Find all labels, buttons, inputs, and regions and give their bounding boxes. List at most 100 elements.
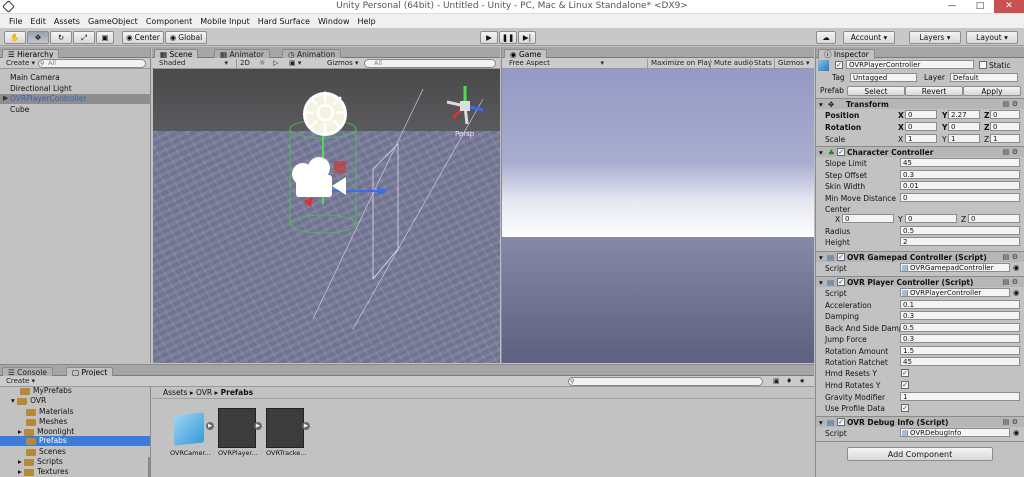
menu-file[interactable]: File <box>5 17 26 26</box>
pause-button[interactable]: ❚❚ <box>499 31 517 44</box>
player-controller-header[interactable]: ▾ ▤ ✓ OVR Player Controller (Script) ▤ ⚙ <box>816 276 1024 287</box>
menu-help[interactable]: Help <box>353 17 379 26</box>
scale-y-field[interactable]: 1 <box>948 134 980 143</box>
hierarchy-item-ovrplayercontroller[interactable]: OVRPlayerController <box>10 94 86 103</box>
gamepad-controller-header[interactable]: ▾ ▤ ✓ OVR Gamepad Controller (Script) ▤ … <box>816 251 1024 262</box>
damping-field[interactable]: 0.3 <box>900 311 1020 320</box>
game-gizmos-dropdown[interactable]: Gizmos ▾ <box>774 59 813 68</box>
filter-label-icon[interactable]: ♦ <box>783 377 795 386</box>
rotation-z-field[interactable]: 0 <box>990 122 1020 131</box>
jump-force-field[interactable]: 0.3 <box>900 334 1020 343</box>
gravity-modifier-field[interactable]: 1 <box>900 392 1020 401</box>
scene-orientation-gizmo[interactable] <box>443 84 487 132</box>
step-button[interactable]: ▶| <box>518 31 536 44</box>
asset-label[interactable]: OVRPlayer... <box>218 449 258 457</box>
static-checkbox[interactable] <box>979 61 987 69</box>
position-x-field[interactable]: 0 <box>905 110 937 119</box>
component-enabled-checkbox[interactable]: ✓ <box>837 148 845 156</box>
asset-ovrplayer-thumbnail[interactable]: ▶ <box>218 408 262 448</box>
move-tool-button[interactable]: ✥ <box>27 31 49 44</box>
menu-hard-surface[interactable]: Hard Surface <box>254 17 314 26</box>
filter-type-icon[interactable]: ▣ <box>770 377 783 386</box>
tree-item-scenes[interactable]: Scenes <box>26 447 66 456</box>
breadcrumb-prefabs[interactable]: Prefabs <box>221 388 253 397</box>
component-menu-icons[interactable]: ▤ ⚙ <box>1003 100 1018 108</box>
pivot-center-button[interactable]: ◉ Center <box>122 31 164 44</box>
back-and-side-damp-field[interactable]: 0.5 <box>900 323 1020 332</box>
cloud-button[interactable]: ☁ <box>816 31 836 44</box>
stats-toggle[interactable]: Stats <box>750 59 775 68</box>
scale-z-field[interactable]: 1 <box>990 134 1020 143</box>
hierarchy-create-button[interactable]: Create ▾ <box>3 59 38 68</box>
center-z-field[interactable]: 0 <box>968 214 1020 223</box>
tree-item-textures[interactable]: ▸ Textures <box>18 467 69 476</box>
object-picker-icon[interactable]: ◉ <box>1013 263 1020 272</box>
scale-tool-button[interactable]: ⤢ <box>73 31 95 44</box>
tree-item-moonlight[interactable]: ▸ Moonlight <box>18 427 74 436</box>
component-enabled-checkbox[interactable]: ✓ <box>837 278 845 286</box>
account-dropdown[interactable]: Account ▾ <box>843 31 895 44</box>
debug-script-field[interactable]: ▤ OVRDebugInfo <box>900 428 1010 437</box>
layer-dropdown[interactable]: Default <box>950 73 1018 82</box>
menu-assets[interactable]: Assets <box>50 17 84 26</box>
component-menu-icons[interactable]: ▤ ⚙ <box>1003 418 1018 426</box>
gizmos-dropdown[interactable]: Gizmos ▾ <box>324 59 362 68</box>
space-global-button[interactable]: ◉ Global <box>165 31 207 44</box>
asset-label[interactable]: OVRCamer... <box>170 449 211 457</box>
tree-item-meshes[interactable]: Meshes <box>26 417 67 426</box>
close-button[interactable]: ✕ <box>994 0 1024 13</box>
acceleration-field[interactable]: 0.1 <box>900 300 1020 309</box>
skin-width-field[interactable]: 0.01 <box>900 181 1020 190</box>
breadcrumb-assets[interactable]: Assets <box>163 388 187 397</box>
tree-item-materials[interactable]: Materials <box>26 407 73 416</box>
audio-toggle[interactable]: ▷ <box>270 59 281 68</box>
hierarchy-item-cube[interactable]: Cube <box>10 105 29 114</box>
scene-search-input[interactable]: All <box>364 59 496 68</box>
asset-label[interactable]: OVRTracke... <box>266 449 306 457</box>
lighting-toggle[interactable]: ☼ <box>256 59 268 68</box>
expand-asset-icon[interactable]: ▶ <box>206 422 214 430</box>
expand-asset-icon[interactable]: ▶ <box>302 422 310 430</box>
tree-scrollbar[interactable] <box>148 457 150 477</box>
component-enabled-checkbox[interactable]: ✓ <box>837 253 845 261</box>
debug-info-header[interactable]: ▾ ▤ ✓ OVR Debug Info (Script) ▤ ⚙ <box>816 416 1024 427</box>
tree-item-myprefabs[interactable]: MyPrefabs <box>20 387 72 395</box>
layers-dropdown[interactable]: Layers ▾ <box>909 31 961 44</box>
rotation-amount-field[interactable]: 1.5 <box>900 346 1020 355</box>
breadcrumb-ovr[interactable]: OVR <box>196 388 212 397</box>
component-menu-icons[interactable]: ▤ ⚙ <box>1003 253 1018 261</box>
gameobject-name-field[interactable]: OVRPlayerController <box>846 60 974 69</box>
transform-header[interactable]: ▾ ✥ Transform ▤ ⚙ <box>816 98 1024 109</box>
center-x-field[interactable]: 0 <box>842 214 894 223</box>
menu-gameobject[interactable]: GameObject <box>84 17 142 26</box>
menu-edit[interactable]: Edit <box>26 17 50 26</box>
hand-tool-button[interactable]: ✋ <box>4 31 26 44</box>
expand-arrow-icon[interactable]: ▶ <box>3 94 8 102</box>
position-y-field[interactable]: 2.27 <box>948 110 980 119</box>
menu-component[interactable]: Component <box>142 17 196 26</box>
asset-ovrcamera-thumbnail[interactable]: ▶ <box>170 408 214 448</box>
tree-item-prefabs[interactable]: Prefabs <box>26 436 67 445</box>
effects-dropdown[interactable]: ▣ ▾ <box>286 59 304 68</box>
object-picker-icon[interactable]: ◉ <box>1013 428 1020 437</box>
add-component-button[interactable]: Add Component <box>847 447 993 461</box>
tag-dropdown[interactable]: Untagged <box>850 73 917 82</box>
tree-selected-row[interactable] <box>0 436 150 446</box>
expand-asset-icon[interactable]: ▶ <box>254 422 262 430</box>
rotation-y-field[interactable]: 0 <box>948 122 980 131</box>
radius-field[interactable]: 0.5 <box>900 226 1020 235</box>
game-viewport[interactable] <box>502 69 814 363</box>
height-field[interactable]: 2 <box>900 237 1020 246</box>
scene-viewport[interactable]: ☼ Persp <box>153 69 500 363</box>
rotate-tool-button[interactable]: ↻ <box>50 31 72 44</box>
project-create-button[interactable]: Create ▾ <box>3 377 38 386</box>
slope-limit-field[interactable]: 45 <box>900 158 1020 167</box>
center-y-field[interactable]: 0 <box>905 214 957 223</box>
min-move-distance-field[interactable]: 0 <box>900 193 1020 202</box>
gamepad-script-field[interactable]: ▤ OVRGamepadController <box>900 263 1010 272</box>
prefab-apply-button[interactable]: Apply <box>963 86 1021 96</box>
star-icon[interactable]: ★ <box>796 377 808 386</box>
menu-mobile-input[interactable]: Mobile Input <box>196 17 254 26</box>
tree-item-ovr[interactable]: ▾ OVR <box>11 396 46 405</box>
mode-2d-toggle[interactable]: 2D <box>236 59 253 68</box>
